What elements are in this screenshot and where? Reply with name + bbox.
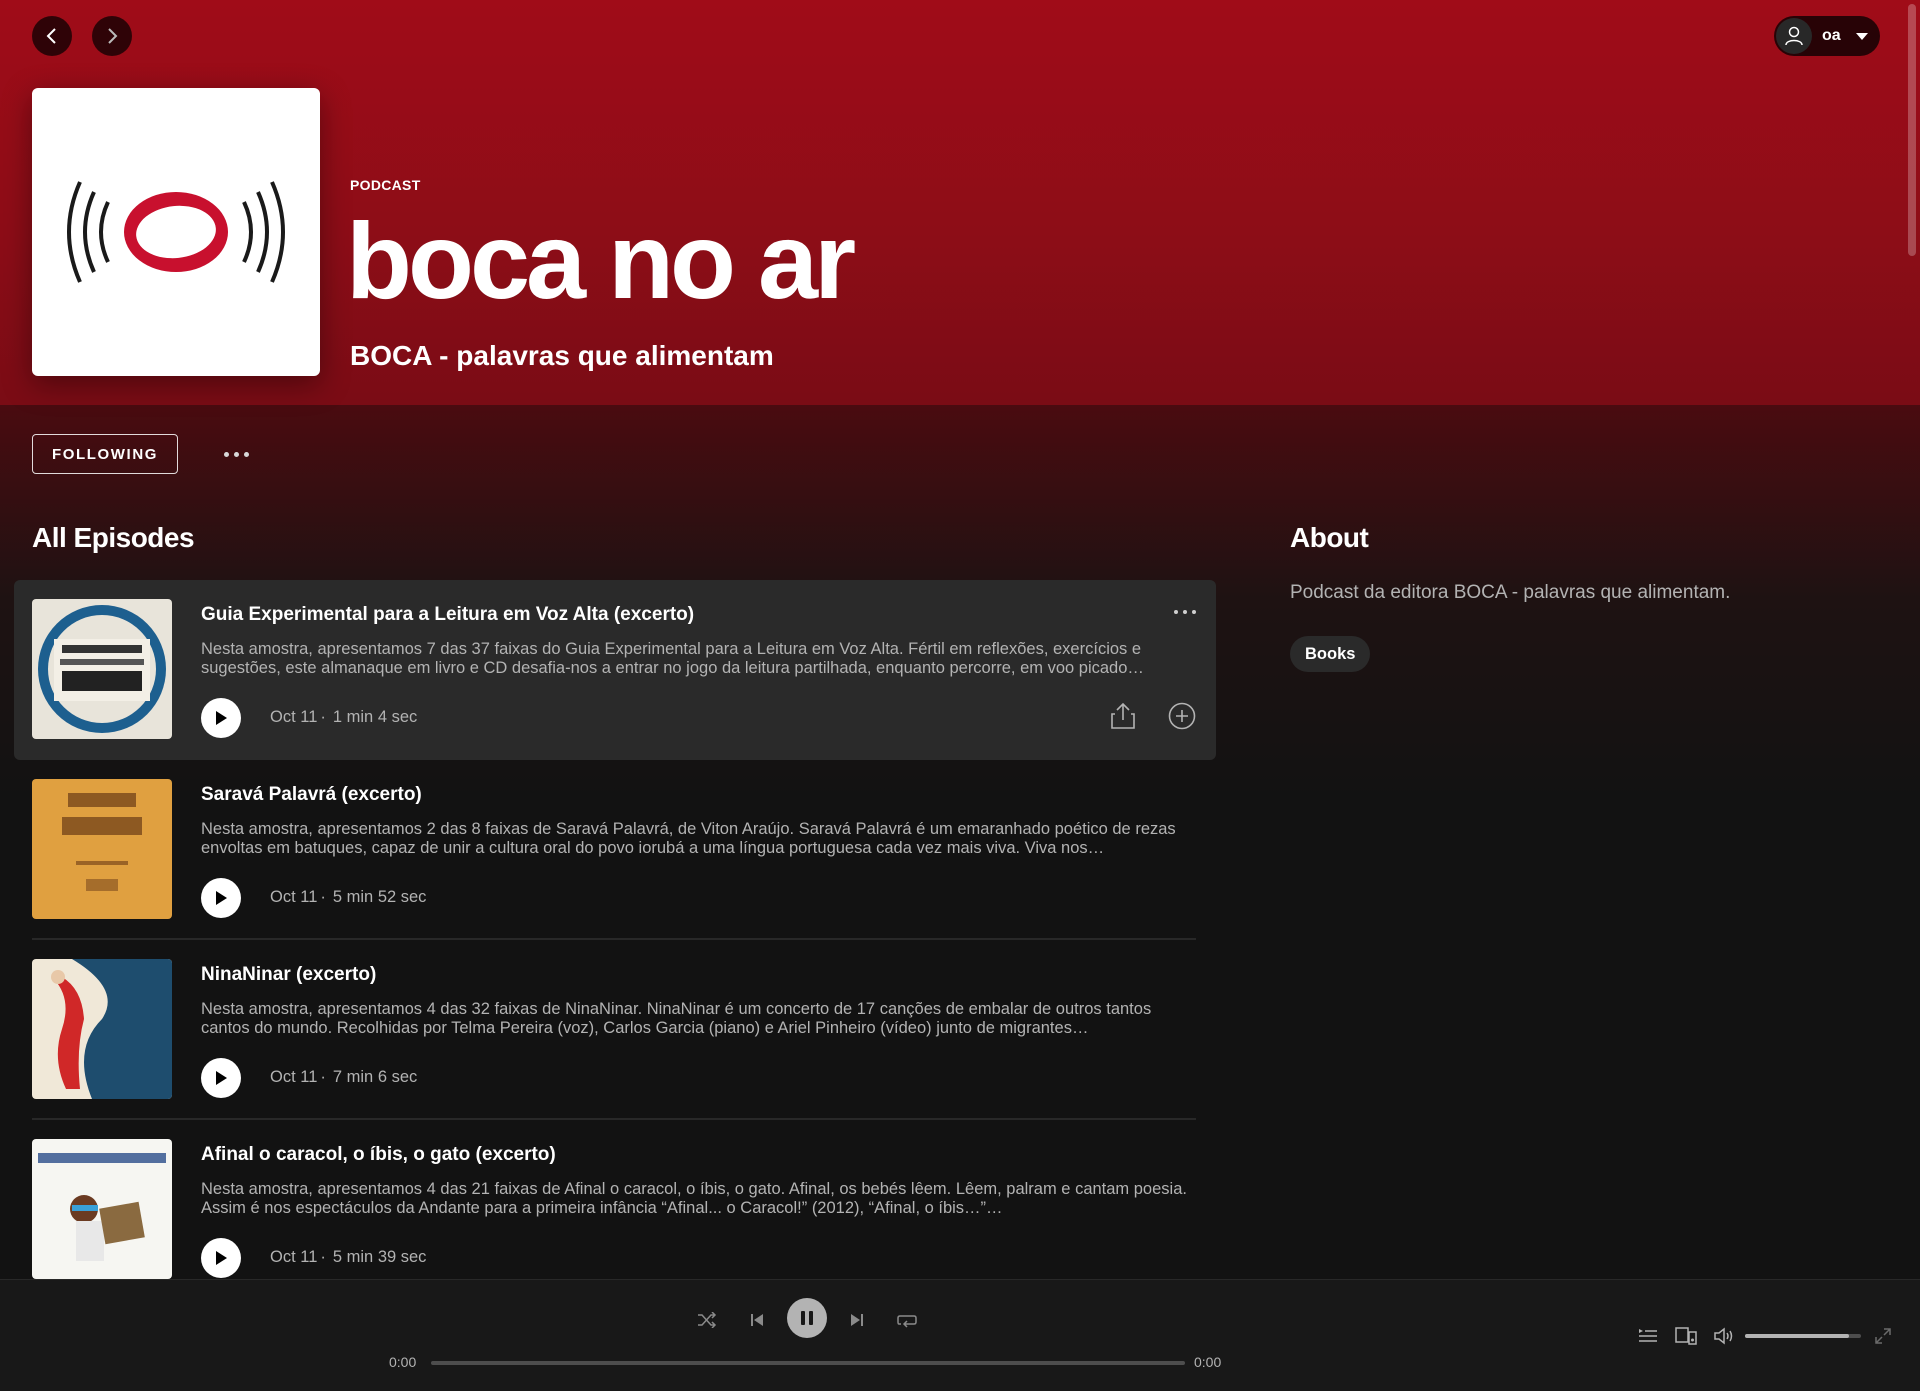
episode-title[interactable]: Saravá Palavrá (excerto) (201, 784, 422, 806)
back-button[interactable] (32, 16, 72, 56)
add-circle-icon (1168, 702, 1196, 730)
volume-button[interactable] (1714, 1327, 1736, 1350)
episode-meta: Oct 11 · 5 min 39 sec (270, 1248, 427, 1266)
pause-button[interactable] (787, 1298, 827, 1338)
repeat-button[interactable] (897, 1312, 917, 1328)
elapsed-time: 0:00 (389, 1354, 417, 1370)
episode-play-button[interactable] (201, 1238, 241, 1278)
episode-artwork (32, 959, 172, 1099)
fullscreen-icon (1875, 1328, 1891, 1344)
episode-description: Nesta amostra, apresentamos 4 das 21 fai… (201, 1180, 1187, 1217)
episode-row[interactable]: Saravá Palavrá (excerto) Nesta amostra, … (14, 760, 1216, 940)
player-bar: 0:00 0:00 (0, 1279, 1920, 1391)
episode-row[interactable]: Afinal o caracol, o íbis, o gato (excert… (14, 1120, 1216, 1300)
chevron-left-icon (46, 28, 56, 44)
episodes-section-title: All Episodes (32, 522, 195, 553)
episode-duration: 5 min 39 sec (332, 1248, 427, 1266)
episode-more-button[interactable] (1174, 610, 1196, 614)
more-options-button[interactable] (216, 440, 256, 468)
next-icon (851, 1314, 863, 1326)
user-menu-button[interactable]: oa (1774, 16, 1880, 56)
episode-artwork (32, 599, 172, 739)
episode-title[interactable]: NinaNinar (excerto) (201, 964, 376, 986)
episode-meta: Oct 11 · 5 min 52 sec (270, 888, 427, 906)
shuffle-button[interactable] (697, 1312, 717, 1328)
episode-artwork (32, 779, 172, 919)
user-icon (1785, 26, 1803, 46)
volume-level (1745, 1334, 1850, 1338)
podcast-cover (32, 88, 320, 376)
episode-play-button[interactable] (201, 1058, 241, 1098)
previous-icon (751, 1314, 763, 1326)
episode-duration: 5 min 52 sec (332, 888, 427, 906)
publisher-name[interactable]: BOCA - palavras que alimentam (350, 340, 774, 372)
forward-button[interactable] (92, 16, 132, 56)
afinal-cover-image (32, 1139, 172, 1279)
play-icon (216, 1251, 227, 1265)
shuffle-icon (698, 1312, 717, 1328)
about-section-title: About (1290, 522, 1369, 553)
scrollbar[interactable] (1908, 4, 1916, 256)
volume-icon (1714, 1327, 1733, 1345)
episode-duration: 7 min 6 sec (332, 1068, 418, 1086)
play-icon (216, 891, 227, 905)
episode-date: Oct 11 (270, 1248, 318, 1266)
play-icon (216, 1071, 227, 1085)
ellipsis-icon (1174, 610, 1196, 614)
episode-artwork (32, 1139, 172, 1279)
share-icon (1111, 702, 1135, 729)
sarava-cover-image (32, 779, 172, 919)
caret-down-icon (1856, 32, 1868, 40)
episode-description: Nesta amostra, apresentamos 4 das 32 fai… (201, 1000, 1152, 1037)
episode-date: Oct 11 (270, 888, 318, 906)
progress-bar[interactable] (431, 1361, 1185, 1365)
episode-play-button[interactable] (201, 698, 241, 738)
user-name: oa (1822, 27, 1841, 44)
devices-icon (1675, 1327, 1697, 1345)
page-title: boca no ar (346, 200, 856, 321)
ninaninar-cover-image (32, 959, 172, 1099)
category-tag[interactable]: Books (1290, 636, 1371, 672)
following-button[interactable]: FOLLOWING (32, 434, 178, 474)
episode-duration: 1 min 4 sec (332, 708, 418, 726)
previous-button[interactable] (749, 1312, 765, 1328)
volume-slider[interactable] (1745, 1334, 1861, 1338)
content-type-label: PODCAST (350, 177, 421, 193)
episode-title[interactable]: Guia Experimental para a Leitura em Voz … (201, 604, 694, 626)
chevron-right-icon (108, 28, 118, 44)
episode-share-button[interactable] (1110, 702, 1136, 735)
episode-row[interactable]: Guia Experimental para a Leitura em Voz … (14, 580, 1216, 760)
fullscreen-button[interactable] (1874, 1327, 1892, 1350)
episode-row[interactable]: NinaNinar (excerto) Nesta amostra, apres… (14, 940, 1216, 1120)
episode-meta: Oct 11 · 1 min 4 sec (270, 708, 418, 726)
devices-button[interactable] (1675, 1327, 1697, 1350)
about-description: Podcast da editora BOCA - palavras que a… (1290, 582, 1731, 603)
episode-title[interactable]: Afinal o caracol, o íbis, o gato (excert… (201, 1144, 556, 1166)
episode-date: Oct 11 (270, 1068, 318, 1086)
episode-play-button[interactable] (201, 878, 241, 918)
episode-description: Nesta amostra, apresentamos 2 das 8 faix… (201, 820, 1176, 857)
episode-list: Guia Experimental para a Leitura em Voz … (14, 580, 1216, 1300)
total-time: 0:00 (1194, 1354, 1222, 1370)
app-window: oa PODCAST boca no ar BOCA - palavras qu… (0, 0, 1920, 1391)
episode-meta: Oct 11 · 7 min 6 sec (270, 1068, 418, 1086)
guia-cover-image (32, 599, 172, 739)
next-button[interactable] (849, 1312, 865, 1328)
play-icon (216, 711, 227, 725)
queue-icon (1639, 1329, 1657, 1342)
episode-description: Nesta amostra, apresentamos 7 das 37 fai… (201, 640, 1144, 677)
repeat-icon (897, 1315, 917, 1328)
avatar (1776, 18, 1812, 54)
boca-logo (67, 181, 285, 283)
episode-add-button[interactable] (1168, 702, 1196, 735)
queue-button[interactable] (1638, 1327, 1658, 1348)
ellipsis-icon (223, 451, 249, 457)
episode-date: Oct 11 (270, 708, 318, 726)
pause-icon (799, 1311, 815, 1325)
